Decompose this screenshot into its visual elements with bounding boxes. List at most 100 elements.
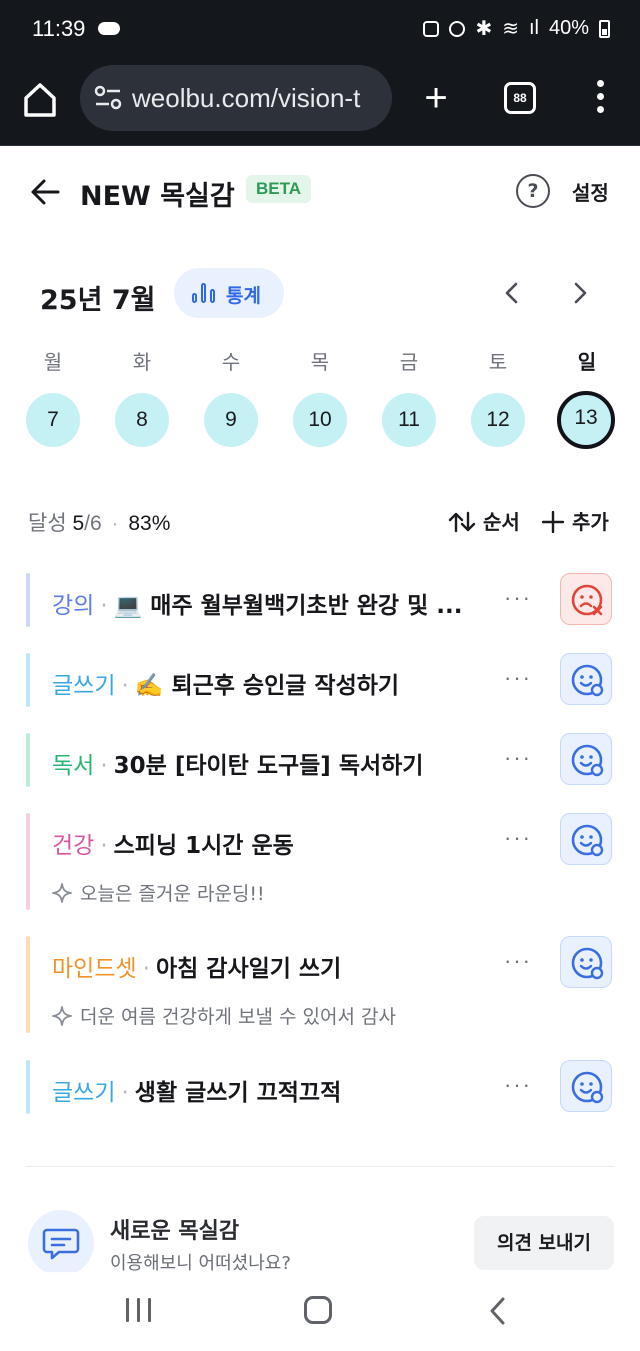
android-nav-bar: [0, 1272, 640, 1351]
achievement-percent: 83%: [128, 512, 171, 535]
cloud-icon: [98, 22, 120, 35]
weekday-fri: 금: [399, 350, 419, 374]
category-bar: [26, 813, 30, 910]
day-button[interactable]: 11: [382, 393, 436, 447]
status-bar: 11:39 ✱ ≋ ıl 40%: [0, 0, 640, 58]
task-title[interactable]: 독서 · 30분 [타이탄 도구들] 독서하기: [52, 746, 514, 780]
mood-button[interactable]: [560, 653, 612, 705]
weekday-sun: 일: [577, 350, 597, 374]
stats-button[interactable]: 통계: [174, 268, 284, 318]
task-title[interactable]: 강의 · 💻 매주 월부월백기초반 완강 및 ...: [52, 586, 514, 620]
bluetooth-icon: ✱: [475, 18, 493, 40]
day-button[interactable]: 12: [471, 393, 525, 447]
day-button[interactable]: 10: [293, 393, 347, 447]
battery-text: 40%: [548, 17, 589, 39]
task-memo-text: 더운 여름 건강하게 보낼 수 있어서 감사: [80, 1006, 396, 1028]
divider: [26, 1166, 614, 1167]
help-icon[interactable]: ?: [516, 174, 550, 208]
add-button[interactable]: 추가: [541, 506, 609, 535]
url-text[interactable]: weolbu.com/vision-t: [132, 83, 360, 114]
task-item[interactable]: 독서 · 30분 [타이탄 도구들] 독서하기 ···: [26, 733, 616, 787]
home-button-icon[interactable]: [304, 1296, 332, 1324]
weekday-sat: 토: [488, 350, 508, 374]
alarm-icon: [449, 20, 466, 37]
more-options-icon[interactable]: ···: [504, 948, 532, 974]
add-label: 추가: [571, 510, 609, 534]
task-memo-text: 오늘은 즐거운 라운딩!!: [80, 883, 265, 905]
status-icons: ✱ ≋ ıl 40%: [423, 16, 610, 41]
sort-icon: [448, 511, 476, 533]
order-label: 순서: [482, 510, 520, 534]
achievement-total: /6: [84, 512, 102, 535]
back-nav-icon[interactable]: [488, 1296, 508, 1326]
task-title[interactable]: 글쓰기 · ✍️ 퇴근후 승인글 작성하기: [52, 666, 514, 700]
stats-button-label: 통계: [226, 285, 261, 307]
tab-switcher-button[interactable]: 88: [504, 82, 536, 114]
mood-button[interactable]: [560, 1060, 612, 1112]
status-time: 11:39: [32, 16, 86, 41]
recents-icon[interactable]: [126, 1298, 154, 1322]
task-category: 건강: [52, 833, 95, 859]
weekday-wed: 수: [221, 350, 241, 374]
chat-bubble-icon: [28, 1210, 94, 1276]
task-name: ✍️ 퇴근후 승인글 작성하기: [134, 673, 400, 699]
month-label: 25년 7월: [40, 285, 156, 316]
day-button[interactable]: 9: [204, 393, 258, 447]
task-category: 글쓰기: [52, 1080, 116, 1106]
mood-button[interactable]: [560, 573, 612, 625]
task-memo: 오늘은 즐거운 라운딩!!: [52, 879, 265, 906]
beta-badge: BETA: [246, 175, 312, 203]
mood-button[interactable]: [560, 936, 612, 988]
achievement-done: 5: [72, 512, 85, 535]
settings-button[interactable]: 설정: [572, 177, 609, 206]
mood-button[interactable]: [560, 813, 612, 865]
task-name: 스피닝 1시간 운동: [113, 833, 294, 859]
task-name: 생활 글쓰기 끄적끄적: [134, 1080, 342, 1106]
wifi-icon: ≋: [502, 18, 519, 40]
site-settings-icon[interactable]: [94, 85, 122, 111]
achievement-summary: 달성 5/6 · 83%: [28, 512, 171, 535]
recycle-icon: [423, 20, 440, 37]
task-title[interactable]: 글쓰기 · 생활 글쓰기 끄적끄적: [52, 1073, 514, 1107]
category-bar: [26, 936, 30, 1033]
task-name: 30분 [타이탄 도구들] 독서하기: [113, 753, 424, 779]
weekday-thu: 목: [310, 350, 330, 374]
task-item[interactable]: 강의 · 💻 매주 월부월백기초반 완강 및 ... ···: [26, 573, 616, 627]
order-button[interactable]: 순서: [448, 506, 520, 535]
back-arrow-icon[interactable]: [30, 178, 60, 206]
day-button[interactable]: 8: [115, 393, 169, 447]
more-options-icon[interactable]: ···: [504, 665, 532, 691]
task-item[interactable]: 글쓰기 · ✍️ 퇴근후 승인글 작성하기 ···: [26, 653, 616, 707]
sparkle-icon: [52, 883, 72, 903]
selected-day-button[interactable]: 13: [557, 391, 615, 449]
more-menu-icon[interactable]: [590, 80, 610, 120]
more-options-icon[interactable]: ···: [504, 1072, 532, 1098]
task-item[interactable]: 건강 · 스피닝 1시간 운동 ··· 오늘은 즐거운 라운딩!!: [26, 813, 616, 910]
task-title[interactable]: 마인드셋 · 아침 감사일기 쓰기: [52, 949, 514, 983]
task-name: 아침 감사일기 쓰기: [155, 956, 342, 982]
more-options-icon[interactable]: ···: [504, 825, 532, 851]
day-button[interactable]: 7: [26, 393, 80, 447]
category-bar: [26, 653, 30, 707]
browser-toolbar: weolbu.com/vision-t + 88: [0, 58, 640, 146]
more-options-icon[interactable]: ···: [504, 585, 532, 611]
mood-button[interactable]: [560, 733, 612, 785]
task-memo: 더운 여름 건강하게 보낼 수 있어서 감사: [52, 1002, 396, 1029]
weekday-mon: 월: [43, 350, 63, 374]
home-icon[interactable]: [22, 80, 58, 120]
prev-week-chevron-icon[interactable]: [502, 281, 522, 305]
new-tab-icon[interactable]: +: [420, 78, 452, 118]
task-title[interactable]: 건강 · 스피닝 1시간 운동: [52, 826, 514, 860]
task-category: 글쓰기: [52, 673, 116, 699]
category-bar: [26, 573, 30, 627]
more-options-icon[interactable]: ···: [504, 745, 532, 771]
address-bar[interactable]: weolbu.com/vision-t: [80, 65, 392, 131]
page-title: NEW 목실감: [80, 181, 235, 212]
send-feedback-button[interactable]: 의견 보내기: [474, 1216, 614, 1270]
task-item[interactable]: 글쓰기 · 생활 글쓰기 끄적끄적 ···: [26, 1060, 616, 1114]
feedback-title: 새로운 목실감: [110, 1219, 240, 1244]
category-bar: [26, 733, 30, 787]
bar-chart-icon: [192, 283, 216, 303]
next-week-chevron-icon[interactable]: [570, 281, 590, 305]
task-item[interactable]: 마인드셋 · 아침 감사일기 쓰기 ··· 더운 여름 건강하게 보낼 수 있어서 …: [26, 936, 616, 1033]
